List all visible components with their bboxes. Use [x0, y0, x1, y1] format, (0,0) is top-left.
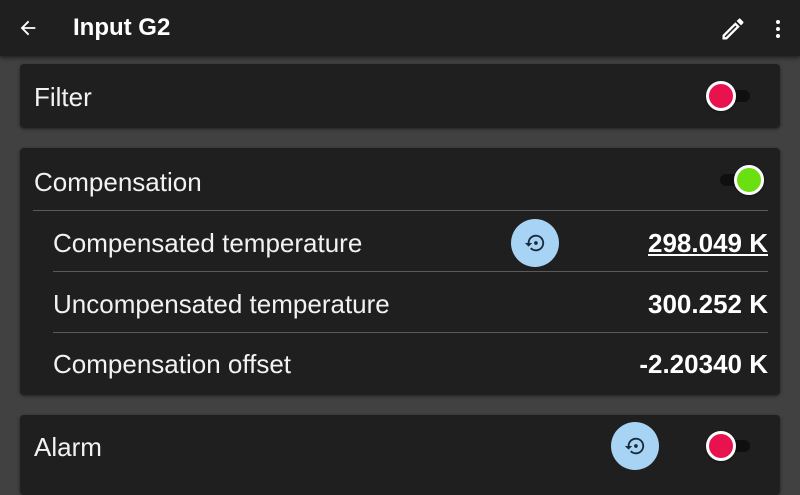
- reset-compensated-temperature-button[interactable]: [511, 219, 559, 267]
- reset-alarm-button[interactable]: [611, 422, 659, 470]
- filter-title: Filter: [34, 82, 92, 112]
- reset-icon: [524, 234, 545, 252]
- divider: [53, 271, 768, 272]
- compensated-temperature-label: Compensated temperature: [53, 228, 363, 258]
- divider: [53, 332, 768, 333]
- reset-icon: [624, 437, 645, 455]
- uncompensated-temperature-label: Uncompensated temperature: [53, 289, 390, 319]
- back-button[interactable]: [8, 8, 48, 48]
- alarm-toggle[interactable]: [706, 430, 756, 462]
- filter-card: Filter: [20, 64, 780, 128]
- uncompensated-temperature-value: 300.252 K: [648, 289, 768, 319]
- app-bar: Input G2: [0, 0, 800, 56]
- alarm-card: Alarm: [20, 415, 780, 495]
- more-options-button[interactable]: [764, 8, 792, 50]
- compensation-toggle[interactable]: [714, 164, 764, 196]
- compensated-temperature-value[interactable]: 298.049 K: [648, 227, 768, 259]
- page-title: Input G2: [73, 14, 171, 41]
- arrow-back-icon: [20, 20, 36, 36]
- compensation-offset-value: -2.20340 K: [639, 349, 768, 379]
- compensation-offset-label: Compensation offset: [53, 349, 291, 379]
- more-vert-icon: [776, 20, 780, 38]
- compensation-title: Compensation: [34, 167, 202, 197]
- filter-toggle[interactable]: [706, 80, 756, 112]
- alarm-toggle-thumb: [706, 431, 736, 461]
- filter-toggle-thumb: [706, 81, 736, 111]
- pencil-icon: [722, 18, 744, 40]
- compensation-toggle-thumb: [734, 165, 764, 195]
- divider: [33, 210, 768, 211]
- edit-button[interactable]: [712, 8, 754, 50]
- alarm-title: Alarm: [34, 432, 102, 462]
- compensation-card: Compensation Compensated temperature 298…: [20, 148, 780, 395]
